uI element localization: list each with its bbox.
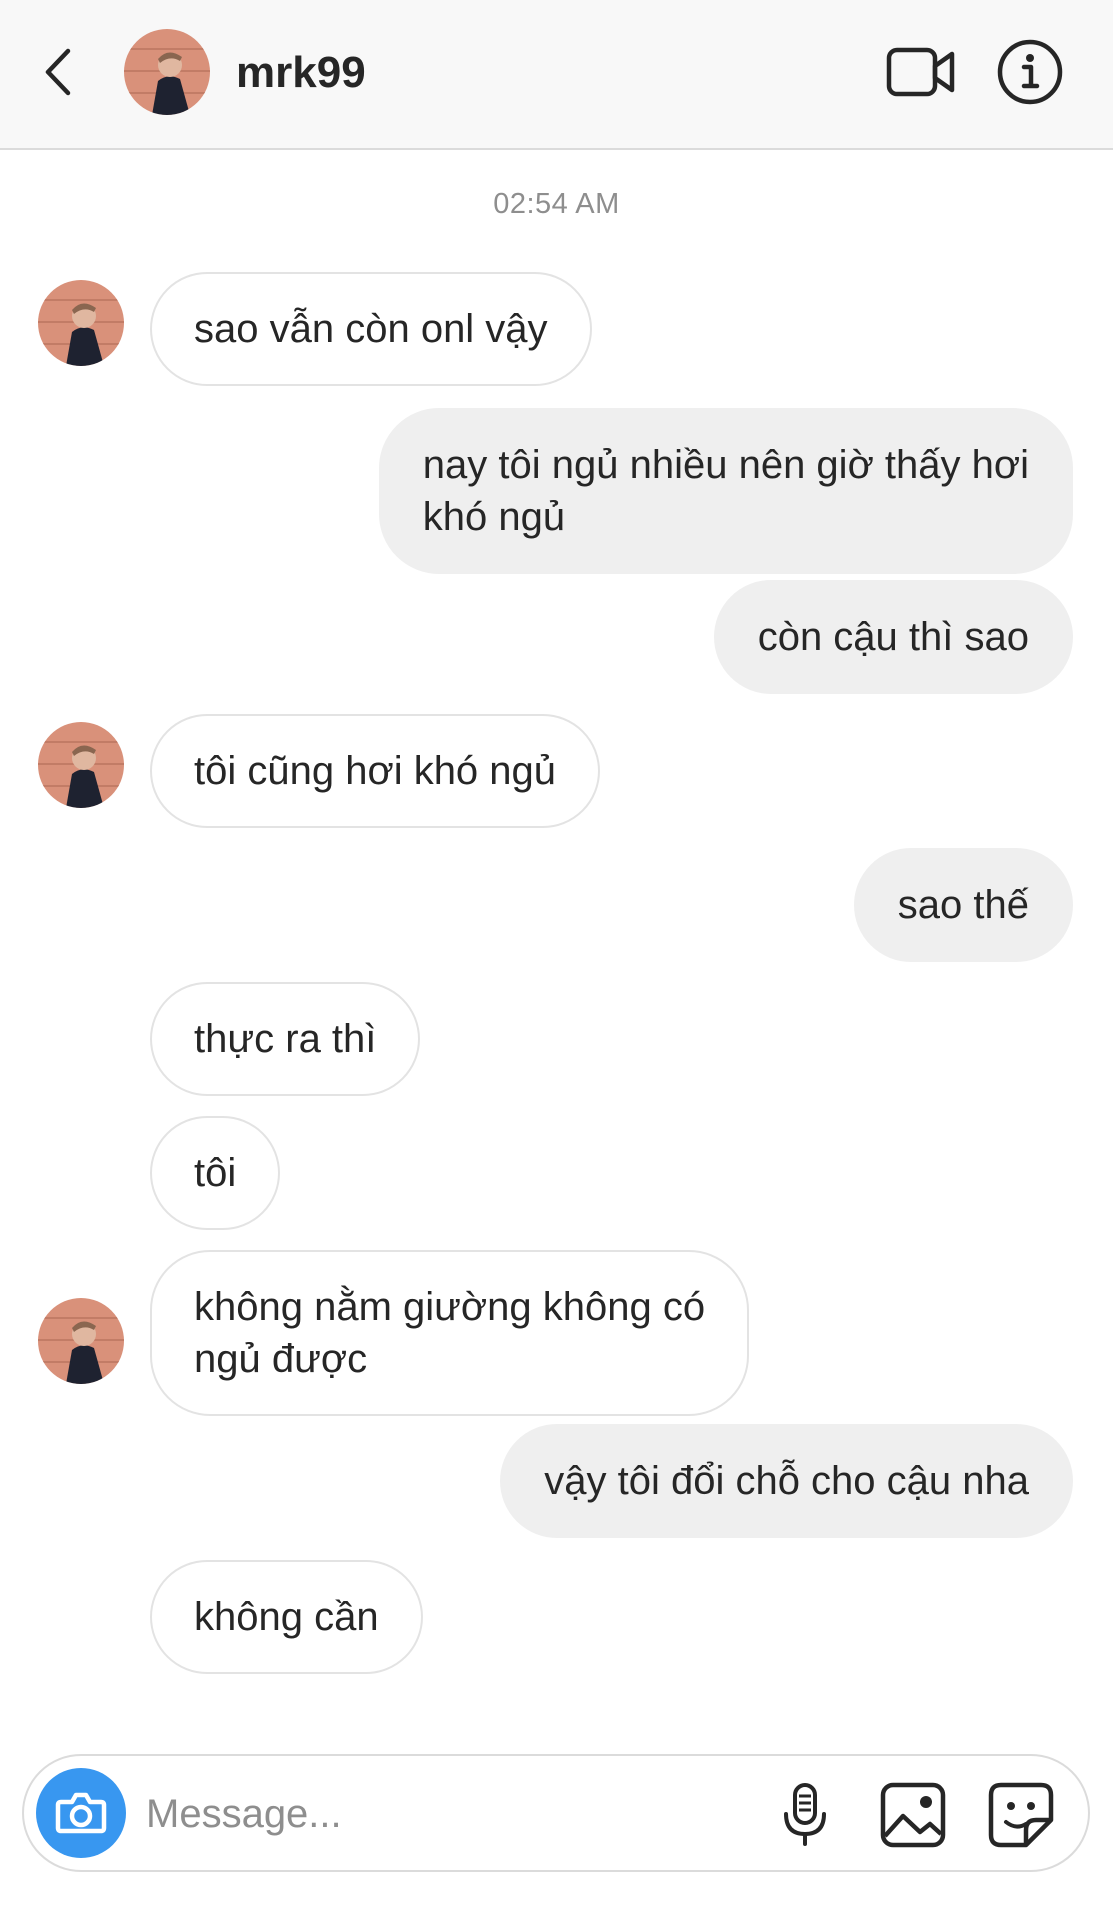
received-message[interactable]: không cần xyxy=(150,1560,423,1674)
message-text: khó ngủ xyxy=(422,495,566,539)
sticker-button[interactable] xyxy=(986,1780,1056,1850)
camera-button[interactable] xyxy=(36,1768,126,1858)
message-thread[interactable]: 02:54 AM sao vẫn còn onl vậy nay tôi ngủ … xyxy=(0,152,1113,1732)
message-text: tôi xyxy=(194,1151,237,1195)
video-camera-icon xyxy=(886,47,955,97)
message-text: tôi cũng hơi khó ngủ xyxy=(194,749,557,793)
message-text: không nằm giường không có xyxy=(194,1285,706,1329)
sent-message[interactable]: vậy tôi đổi chỗ cho cậu nha xyxy=(500,1424,1073,1538)
sent-message[interactable]: nay tôi ngủ nhiều nên giờ thấy hơi khó ng… xyxy=(378,408,1073,574)
chat-header: mrk99 xyxy=(0,0,1113,150)
message-text: sao vẫn còn onl vậy xyxy=(194,307,548,351)
message-text: thực ra thì xyxy=(194,1017,377,1061)
received-message[interactable]: tôi cũng hơi khó ngủ xyxy=(150,714,601,828)
message-composer xyxy=(22,1754,1090,1872)
info-button[interactable] xyxy=(996,38,1064,106)
back-button[interactable] xyxy=(38,45,82,99)
message-text: còn cậu thì sao xyxy=(757,615,1029,659)
message-input[interactable] xyxy=(146,1784,746,1844)
gallery-button[interactable] xyxy=(878,1780,948,1850)
microphone-icon xyxy=(784,1783,826,1846)
sender-avatar[interactable] xyxy=(38,722,124,808)
received-message[interactable]: thực ra thì xyxy=(150,982,421,1096)
message-text: không cần xyxy=(194,1595,379,1639)
sent-message[interactable]: sao thế xyxy=(853,848,1073,962)
message-timestamp: 02:54 AM xyxy=(493,188,620,220)
sticker-icon xyxy=(988,1782,1054,1848)
chat-username[interactable]: mrk99 xyxy=(236,48,366,98)
message-text: sao thế xyxy=(897,883,1029,927)
sent-message[interactable]: còn cậu thì sao xyxy=(713,580,1073,694)
camera-icon xyxy=(55,1792,107,1834)
video-call-button[interactable] xyxy=(886,46,956,98)
message-text: vậy tôi đổi chỗ cho cậu nha xyxy=(544,1459,1029,1503)
received-message[interactable]: không nằm giường không có ngủ được xyxy=(150,1250,750,1416)
received-message[interactable]: tôi xyxy=(150,1116,281,1230)
received-message[interactable]: sao vẫn còn onl vậy xyxy=(150,272,592,386)
message-text: ngủ được xyxy=(194,1337,368,1381)
chevron-left-icon xyxy=(45,48,71,96)
avatar[interactable] xyxy=(124,29,210,115)
voice-message-button[interactable] xyxy=(770,1780,840,1850)
message-text: nay tôi ngủ nhiều nên giờ thấy hơi xyxy=(422,443,1029,487)
gallery-icon xyxy=(880,1782,946,1848)
sender-avatar[interactable] xyxy=(38,1298,124,1384)
info-icon xyxy=(997,39,1063,105)
sender-avatar[interactable] xyxy=(38,280,124,366)
